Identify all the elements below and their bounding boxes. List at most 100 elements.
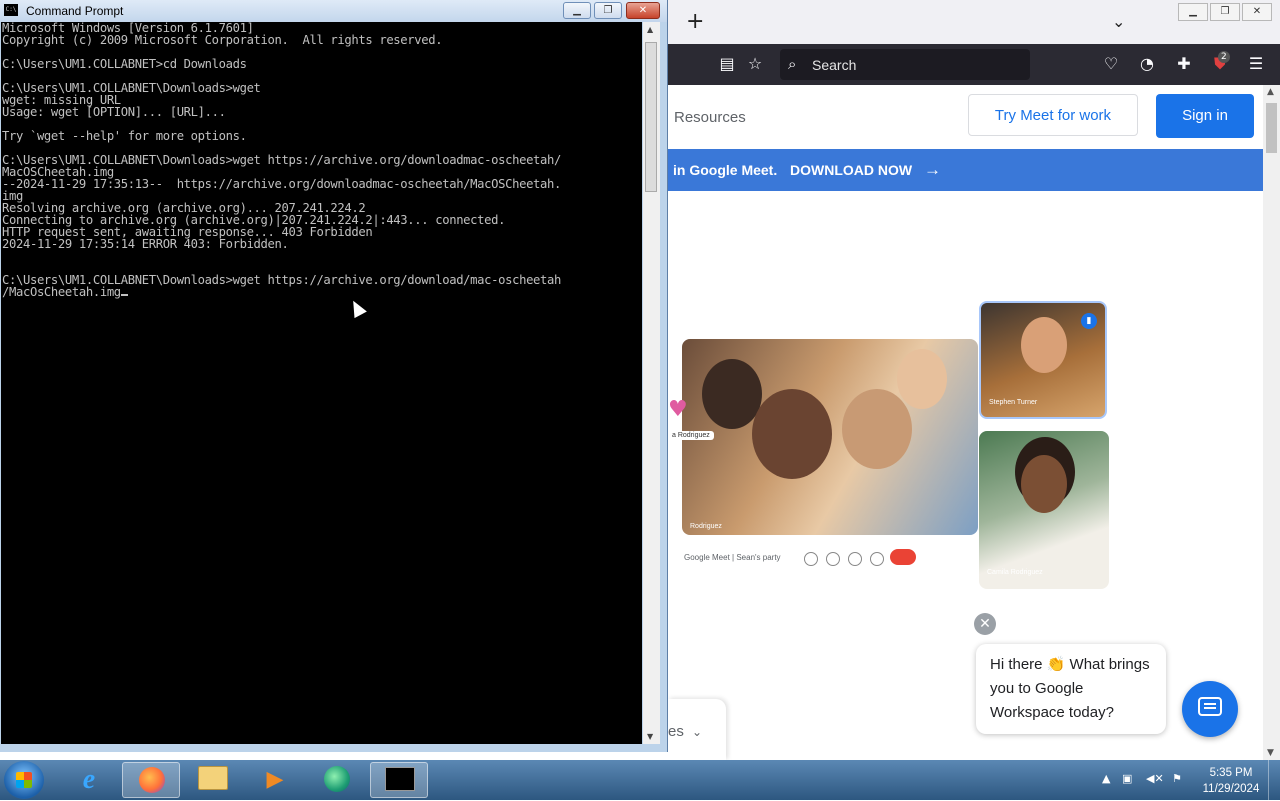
promo-banner[interactable]: in Google Meet. DOWNLOAD NOW → xyxy=(668,149,1263,191)
pocket-icon[interactable]: ♡ xyxy=(1100,53,1122,75)
console-text: Microsoft Windows [Version 6.1.7601] Cop… xyxy=(1,22,642,298)
folder-icon xyxy=(198,766,228,794)
command-prompt-window: C:\ Command Prompt ▁ ❐ ✕ Microsoft Windo… xyxy=(0,0,668,752)
extensions-puzzle-icon[interactable]: ✚ xyxy=(1173,53,1195,75)
person-avatar xyxy=(752,389,832,479)
search-input[interactable]: ⌕ Search xyxy=(780,49,1030,80)
list-tabs-chevron-icon[interactable]: ⌄ xyxy=(1112,12,1125,31)
console-line: /MacOsCheetah.img xyxy=(2,285,121,299)
bottom-dropdown-card[interactable]: es ⌄ xyxy=(668,699,726,760)
browser-toolbar: ▤ ☆ ⌕ Search ♡ ◔ ✚ ⛊ 2 ☰ xyxy=(668,44,1280,85)
cmd-maximize-button[interactable]: ❐ xyxy=(594,2,622,19)
page-scrollbar[interactable]: ▲ ▼ xyxy=(1263,85,1280,760)
scroll-down-icon[interactable]: ▼ xyxy=(1267,748,1274,758)
taskbar-firefox[interactable] xyxy=(122,762,180,798)
mic-icon xyxy=(804,552,818,566)
person-face xyxy=(1021,455,1067,513)
participant-name: Camila Rodriguez xyxy=(987,569,1043,576)
browser-window: + ⌄ ▁ ❐ ✕ ▤ ☆ ⌕ Search ♡ ◔ ✚ ⛊ 2 ☰ Resou… xyxy=(668,0,1280,760)
meet-main-video: Rodriguez xyxy=(682,339,978,535)
heart-reaction-icon: ♥ xyxy=(668,397,688,422)
windows-logo-icon xyxy=(16,772,32,788)
scroll-down-icon[interactable]: ▼ xyxy=(647,732,653,741)
scrollbar-thumb[interactable] xyxy=(1266,103,1277,153)
app-green-icon xyxy=(322,766,352,794)
camera-icon xyxy=(826,552,840,566)
console-output[interactable]: Microsoft Windows [Version 6.1.7601] Cop… xyxy=(1,22,642,744)
person-avatar xyxy=(897,349,947,409)
start-button[interactable] xyxy=(4,761,44,799)
taskbar-media-player[interactable]: ▶ xyxy=(246,762,304,798)
console-line: Usage: wget [OPTION]... [URL]... xyxy=(2,105,226,119)
meet-bar-label: Google Meet | Sean's party xyxy=(684,553,781,562)
chat-icon xyxy=(1198,697,1222,716)
firefox-icon xyxy=(137,767,167,795)
browser-window-controls: ▁ ❐ ✕ xyxy=(1178,3,1272,21)
clock-time: 5:35 PM xyxy=(1209,767,1253,779)
taskbar-internet-explorer[interactable]: e xyxy=(60,762,118,798)
meet-participant-tile: ▮ Stephen Turner xyxy=(979,301,1107,419)
scroll-up-icon[interactable]: ▲ xyxy=(1267,87,1274,97)
speaking-indicator-icon: ▮ xyxy=(1081,313,1097,329)
browser-restore-button[interactable]: ❐ xyxy=(1210,3,1240,21)
browser-minimize-button[interactable]: ▁ xyxy=(1178,3,1208,21)
extension-badge: 2 xyxy=(1218,51,1230,63)
network-icon[interactable]: ▣ xyxy=(1122,772,1132,785)
cmd-close-button[interactable]: ✕ xyxy=(626,2,660,19)
action-center-flag-icon[interactable]: ⚑ xyxy=(1172,772,1182,785)
taskbar-clock[interactable]: 5:35 PM 11/29/2024 xyxy=(1196,765,1266,797)
page-content: Resources Try Meet for work Sign in in G… xyxy=(668,85,1263,760)
scroll-up-icon[interactable]: ▲ xyxy=(647,25,653,34)
console-line: 2024-11-29 17:35:14 ERROR 403: Forbidden… xyxy=(2,237,289,251)
console-line: C:\Users\UM1.COLLABNET>cd Downloads xyxy=(2,57,247,71)
console-scrollbar[interactable]: ▲ ▼ xyxy=(643,22,660,744)
participant-name: Stephen Turner xyxy=(989,399,1038,406)
bookmark-star-icon[interactable]: ☆ xyxy=(744,53,766,75)
taskbar-app-green[interactable] xyxy=(308,762,366,798)
try-meet-button[interactable]: Try Meet for work xyxy=(968,94,1138,136)
media-player-icon: ▶ xyxy=(266,767,284,792)
person-avatar xyxy=(702,359,762,429)
show-hidden-icons-icon[interactable]: ▲ xyxy=(1102,772,1110,785)
clock-date: 11/29/2024 xyxy=(1202,783,1260,795)
taskbar: e ▶ ▲ ▣ ◀✕ ⚑ 5:35 PM 11/29/2024 xyxy=(0,760,1280,800)
present-icon xyxy=(870,552,884,566)
reader-view-icon[interactable]: ▤ xyxy=(716,53,738,75)
command-prompt-icon xyxy=(385,767,415,795)
meet-control-bar: Google Meet | Sean's party xyxy=(682,541,982,577)
chat-prompt-bubble[interactable]: Hi there 👏 What brings you to Google Wor… xyxy=(976,644,1166,734)
browser-tab-bar: + ⌄ ▁ ❐ ✕ xyxy=(668,0,1280,44)
text-cursor xyxy=(120,294,128,296)
participant-chip: a Rodriguez xyxy=(668,431,714,440)
nav-resources[interactable]: Resources xyxy=(674,109,746,126)
chat-launcher-button[interactable] xyxy=(1182,681,1238,737)
taskbar-command-prompt[interactable] xyxy=(370,762,428,798)
meet-participant-tile: Camila Rodriguez xyxy=(979,431,1109,589)
cmd-app-icon: C:\ xyxy=(4,4,18,16)
console-line: Copyright (c) 2009 Microsoft Corporation… xyxy=(2,33,443,47)
main-participant-name: Rodriguez xyxy=(690,523,722,530)
volume-muted-icon[interactable]: ◀✕ xyxy=(1146,772,1164,785)
show-desktop-button[interactable] xyxy=(1268,760,1280,800)
hamburger-menu-icon[interactable]: ☰ xyxy=(1245,53,1267,75)
browser-close-button[interactable]: ✕ xyxy=(1242,3,1272,21)
cmd-title-bar[interactable]: C:\ Command Prompt ▁ ❐ ✕ xyxy=(0,0,667,22)
cmd-window-title: Command Prompt xyxy=(26,4,124,18)
banner-text: in Google Meet. xyxy=(673,162,778,178)
console-line: Try `wget --help' for more options. xyxy=(2,129,247,143)
arrow-right-icon: → xyxy=(924,160,941,179)
cmd-minimize-button[interactable]: ▁ xyxy=(563,2,591,19)
search-placeholder: Search xyxy=(812,57,857,73)
new-tab-button[interactable]: + xyxy=(686,10,704,34)
account-icon[interactable]: ◔ xyxy=(1136,53,1158,75)
banner-cta[interactable]: DOWNLOAD NOW xyxy=(790,149,912,191)
chat-close-button[interactable]: ✕ xyxy=(974,613,996,635)
sign-in-button[interactable]: Sign in xyxy=(1156,94,1254,138)
chevron-down-icon: ⌄ xyxy=(692,725,703,739)
scrollbar-thumb[interactable] xyxy=(645,42,657,192)
person-avatar xyxy=(1021,317,1067,373)
emoji-icon xyxy=(848,552,862,566)
taskbar-file-explorer[interactable] xyxy=(184,762,242,798)
search-icon: ⌕ xyxy=(788,55,797,73)
internet-explorer-icon: e xyxy=(82,764,96,795)
